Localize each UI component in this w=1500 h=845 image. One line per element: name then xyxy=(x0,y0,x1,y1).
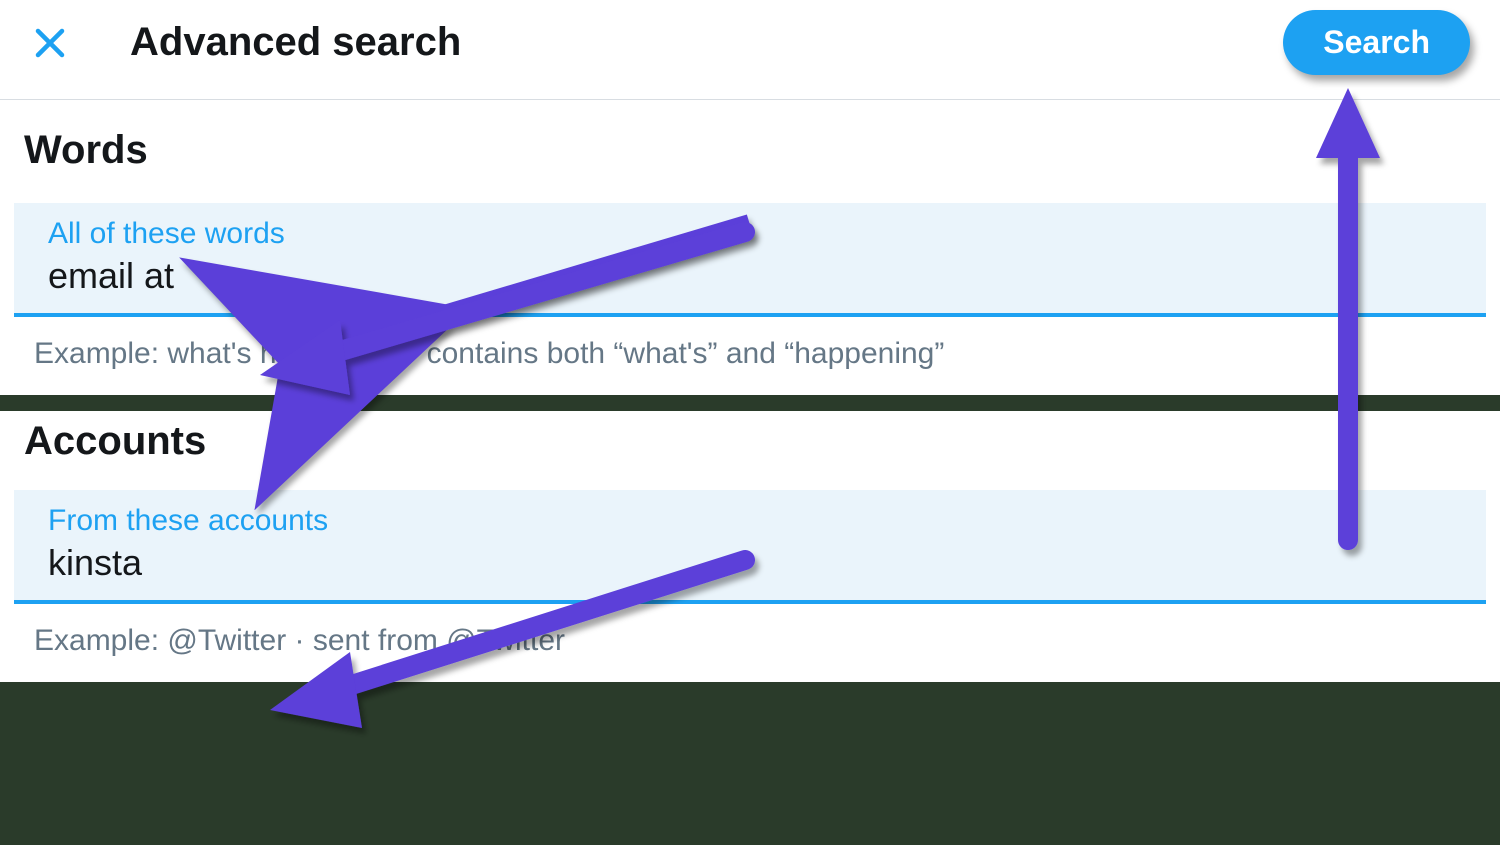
accounts-section: Accounts From these accounts Example: @T… xyxy=(0,411,1500,682)
from-accounts-label: From these accounts xyxy=(48,504,1452,538)
words-section-title: Words xyxy=(0,118,1500,203)
accounts-section-title: Accounts xyxy=(0,415,1500,490)
from-accounts-example: Example: @Twitter · sent from @Twitter xyxy=(0,604,1500,682)
all-words-input[interactable] xyxy=(48,253,1452,303)
from-accounts-field[interactable]: From these accounts xyxy=(14,490,1486,604)
all-words-example: Example: what's happening · contains bot… xyxy=(0,317,1500,395)
from-accounts-input[interactable] xyxy=(48,540,1452,590)
accounts-panel: Accounts From these accounts Example: @T… xyxy=(0,411,1500,682)
close-button[interactable] xyxy=(30,23,70,63)
words-section: Words All of these words Example: what's… xyxy=(0,100,1500,395)
dialog-title: Advanced search xyxy=(130,20,1283,65)
all-words-field[interactable]: All of these words xyxy=(14,203,1486,317)
panel-gap xyxy=(0,395,1500,411)
all-words-label: All of these words xyxy=(48,217,1452,251)
advanced-search-panel: Advanced search Search Words All of thes… xyxy=(0,0,1500,395)
search-button[interactable]: Search xyxy=(1283,10,1470,75)
dialog-header: Advanced search Search xyxy=(0,0,1500,100)
close-icon xyxy=(32,25,68,61)
